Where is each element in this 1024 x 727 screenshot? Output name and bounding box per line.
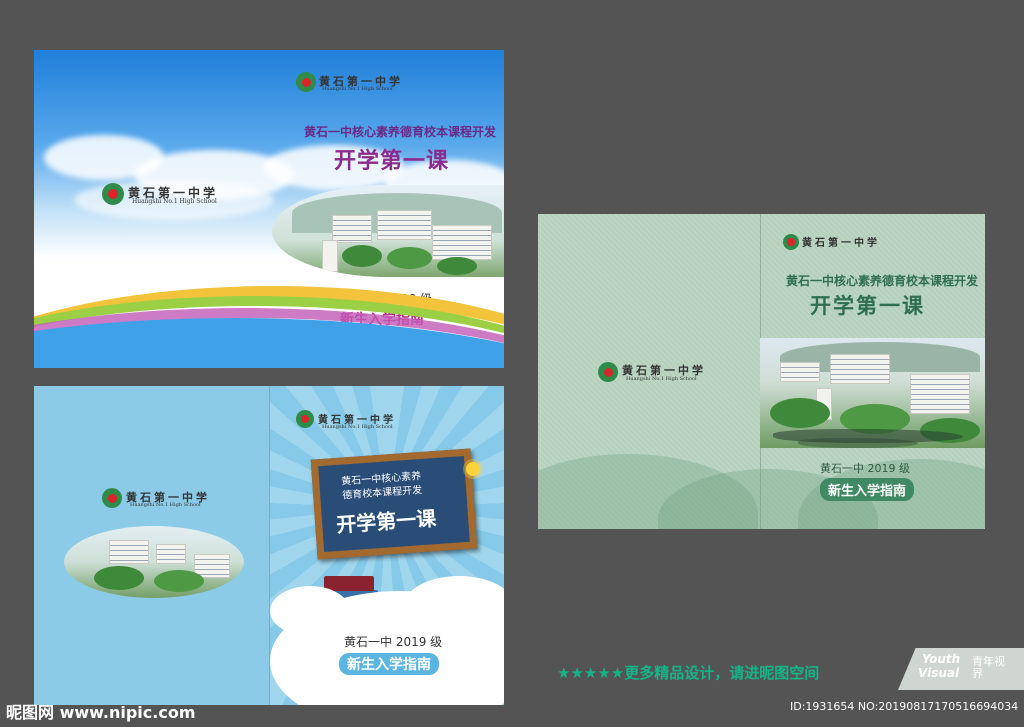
school-emblem-icon [296, 410, 314, 428]
school-emblem-icon [783, 234, 799, 250]
cover-subtitle: 黄石一中核心素养德育校本课程开发 [786, 274, 979, 288]
school-name-english: Huangshi No.1 High School [130, 502, 201, 508]
guide-title: 新生入学指南 [339, 653, 439, 675]
cover-title: 开学第一课 [334, 149, 450, 174]
grade-label: 黄石一中 2019 级 [820, 462, 910, 475]
logo-text-visual: Visual [918, 666, 960, 680]
cover-design-blackboard: 黄石第一中学 Huangshi No.1 High School 黄石第一中学 … [34, 386, 504, 705]
book-stack-icon [324, 576, 374, 591]
cover-design-sky: 黄石第一中学 Huangshi No.1 High School 黄石第一中学 … [34, 50, 504, 368]
school-emblem-icon [102, 488, 122, 508]
sun-icon [466, 462, 480, 476]
guide-title: 新生入学指南 [820, 478, 915, 501]
school-name-english: Huangshi No.1 High School [322, 86, 393, 92]
ink-brush-stroke [798, 438, 918, 448]
grade-label: 黄石一中 2019 级 [344, 635, 443, 649]
campus-photo [64, 526, 244, 598]
school-name-english: Huangshi No.1 High School [626, 376, 697, 382]
campus-photo [272, 185, 504, 277]
school-emblem-icon [296, 72, 316, 92]
school-emblem-icon [102, 183, 124, 205]
school-name-english: Huangshi No.1 High School [132, 198, 217, 205]
school-emblem-icon [598, 362, 618, 382]
school-name-calligraphy: 黄石第一中学 [802, 238, 880, 249]
cloud [270, 586, 350, 636]
promo-text: ★★★★★更多精品设计，请进昵图空间 [557, 664, 820, 682]
logo-text-youth: Youth [922, 652, 961, 666]
cover-design-green: 黄石第一中学 黄石第一中学 Huangshi No.1 High School … [538, 214, 985, 529]
blackboard: 黄石一中核心素养 德育校本课程开发 开学第一课 [310, 448, 478, 560]
logo-text-cn: 青年视界 [972, 655, 1005, 680]
cover-title: 开学第一课 [810, 293, 925, 318]
cloud [404, 576, 504, 636]
school-name-english: Huangshi No.1 High School [322, 424, 393, 430]
watermark-id: ID:1931654 NO:20190817170516694034 [790, 700, 1019, 713]
board-title: 开学第一课 [335, 506, 437, 538]
watermark-site: 昵图网 www.nipic.com [6, 703, 196, 722]
cover-subtitle: 黄石一中核心素养德育校本课程开发 [304, 125, 497, 139]
